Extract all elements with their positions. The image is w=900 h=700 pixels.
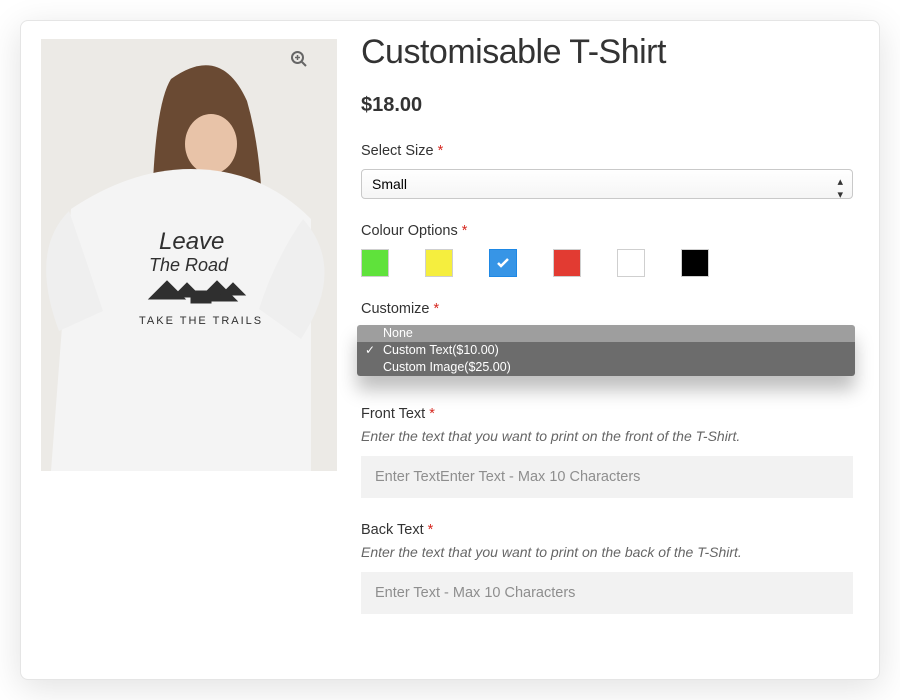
swatch-white[interactable]	[617, 249, 645, 277]
swatch-blue[interactable]	[489, 249, 517, 277]
size-select[interactable]: Small	[361, 169, 853, 199]
swatch-red[interactable]	[553, 249, 581, 277]
back-text-help: Enter the text that you want to print on…	[361, 544, 853, 560]
customize-option-1[interactable]: ✓Custom Text($10.00)	[357, 342, 855, 359]
check-icon	[495, 255, 511, 271]
customize-option-2[interactable]: Custom Image($25.00)	[357, 359, 855, 376]
check-icon: ✓	[365, 342, 375, 359]
product-card: Leave The Road TAKE THE TRAILS Customisa…	[20, 20, 880, 680]
swatch-green[interactable]	[361, 249, 389, 277]
customize-dropdown[interactable]: None✓Custom Text($10.00)Custom Image($25…	[357, 325, 855, 376]
svg-text:Leave: Leave	[159, 228, 224, 255]
size-field: Select Size * Small ▴▾	[361, 143, 853, 199]
back-text-input[interactable]	[361, 572, 853, 614]
colour-field: Colour Options *	[361, 223, 853, 277]
product-image[interactable]: Leave The Road TAKE THE TRAILS	[41, 39, 337, 471]
customize-field: Customize * None✓Custom Text($10.00)Cust…	[361, 301, 853, 376]
front-text-help: Enter the text that you want to print on…	[361, 428, 853, 444]
form-column: Customisable T-Shirt $18.00 Select Size …	[361, 39, 853, 638]
customize-label: Customize *	[361, 301, 853, 317]
svg-text:TAKE THE TRAILS: TAKE THE TRAILS	[139, 315, 263, 327]
swatch-black[interactable]	[681, 249, 709, 277]
colour-label: Colour Options *	[361, 223, 853, 239]
zoom-icon[interactable]	[285, 45, 313, 73]
product-price: $18.00	[361, 94, 853, 117]
front-text-label: Front Text *	[361, 406, 853, 422]
back-text-label: Back Text *	[361, 522, 853, 538]
customize-option-0[interactable]: None	[357, 325, 855, 342]
front-text-input[interactable]	[361, 456, 853, 498]
back-text-field: Back Text * Enter the text that you want…	[361, 522, 853, 614]
size-label: Select Size *	[361, 143, 853, 159]
svg-text:The Road: The Road	[149, 255, 229, 275]
product-title: Customisable T-Shirt	[361, 33, 853, 72]
swatch-yellow[interactable]	[425, 249, 453, 277]
front-text-field: Front Text * Enter the text that you wan…	[361, 406, 853, 498]
gallery-column: Leave The Road TAKE THE TRAILS	[41, 39, 337, 638]
